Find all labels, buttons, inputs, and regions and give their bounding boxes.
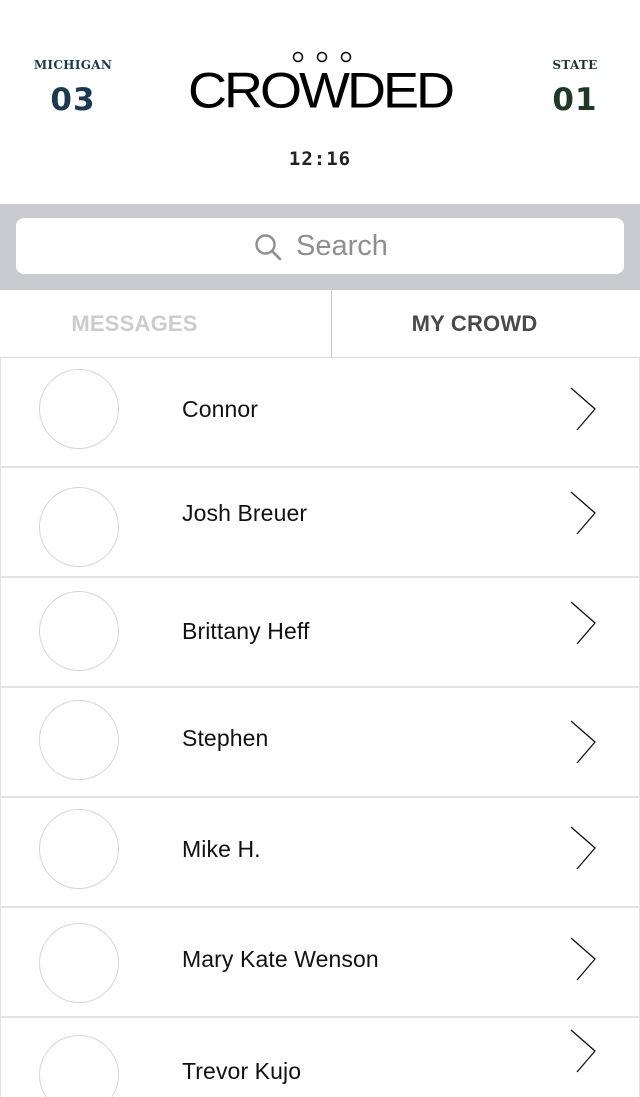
contact-name: Josh Breuer (182, 500, 308, 526)
tab-bar: MESSAGES MY CROWD (0, 290, 640, 358)
avatar (39, 809, 119, 889)
search-placeholder: Search (296, 230, 388, 262)
contact-name: Stephen (182, 725, 269, 751)
contact-row[interactable]: Brittany Heff (0, 578, 640, 688)
contact-row[interactable]: Mary Kate Wenson (0, 908, 640, 1018)
chevron-right-icon (570, 937, 596, 981)
search-bar: Search (0, 204, 640, 290)
avatar (39, 369, 119, 449)
search-icon (255, 234, 282, 261)
contact-row[interactable]: Trevor Kujo (0, 1018, 640, 1097)
chevron-right-icon (570, 601, 596, 645)
home-team-score-block: MICHIGAN 03 (13, 58, 133, 118)
game-clock: 12:16 (288, 148, 352, 170)
contact-row[interactable]: Stephen (0, 688, 640, 798)
chevron-right-icon (570, 491, 596, 535)
away-team-name: STATE (552, 58, 598, 72)
home-team-score: 03 (50, 82, 96, 118)
chevron-right-icon (570, 387, 596, 431)
contact-row[interactable]: Connor (0, 358, 640, 468)
avatar (39, 700, 119, 780)
header: MICHIGAN 03 CROWDED STATE 01 12:16 (0, 0, 640, 204)
tab-messages[interactable]: MESSAGES (0, 290, 332, 357)
chevron-right-icon (570, 1029, 596, 1073)
avatar (39, 1035, 119, 1097)
chevron-right-icon (570, 826, 596, 870)
avatar (39, 923, 119, 1003)
contact-row[interactable]: Mike H. (0, 798, 640, 908)
avatar (39, 487, 119, 567)
chevron-right-icon (570, 720, 596, 764)
away-team-score-block: STATE 01 (515, 58, 635, 118)
avatar (39, 591, 119, 671)
contact-name: Mike H. (182, 836, 261, 862)
tab-my-crowd[interactable]: MY CROWD (333, 290, 640, 357)
search-input[interactable]: Search (16, 218, 624, 274)
contact-name: Mary Kate Wenson (182, 946, 379, 972)
away-team-score: 01 (552, 82, 598, 118)
app-logo: CROWDED (180, 50, 460, 119)
home-team-name: MICHIGAN (33, 58, 113, 72)
contact-name: Trevor Kujo (182, 1058, 302, 1084)
contact-list: Connor Josh Breuer Brittany Heff Stephen… (0, 358, 640, 1097)
contact-row[interactable]: Josh Breuer (0, 468, 640, 578)
logo-wordmark: CROWDED (188, 63, 455, 119)
contact-name: Brittany Heff (182, 618, 310, 644)
contact-name: Connor (182, 396, 259, 422)
